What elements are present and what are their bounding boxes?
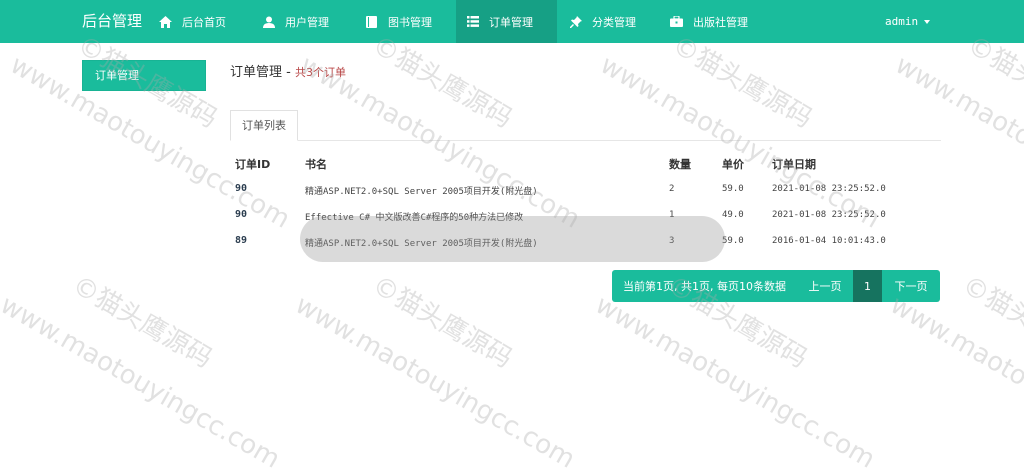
cell-order-id: 90 (235, 209, 248, 220)
nav-item-books[interactable]: 图书管理 (365, 0, 432, 43)
pushpin-icon (569, 15, 582, 28)
tabs-divider (230, 140, 941, 141)
nav-item-home[interactable]: 后台首页 (159, 0, 236, 43)
tab-order-list[interactable]: 订单列表 (230, 110, 298, 141)
book-icon (365, 15, 378, 28)
nav-item-label: 后台首页 (182, 15, 226, 29)
watermark-text: ©猫头鹰源码 (67, 270, 218, 375)
caret-down-icon (924, 19, 931, 24)
cell-price: 59.0 (722, 184, 744, 194)
page-title: 订单管理 - 共3个订单 (230, 61, 346, 80)
top-navbar: 后台管理 后台首页 用户管理 图书管理 订单管理 分类管理 出版社管理 admi… (0, 0, 1024, 43)
watermark-overlay (300, 216, 725, 262)
home-icon (159, 15, 172, 28)
pagination-info: 当前第1页, 共1页, 每页10条数据 (612, 270, 797, 302)
nav-item-label: 图书管理 (388, 15, 432, 29)
cell-date: 2021-01-08 23:25:52.0 (772, 184, 886, 194)
nav-item-label: 用户管理 (285, 15, 329, 29)
watermark-text: www.maotouyingcc.com (0, 290, 285, 475)
cell-order-id: 90 (235, 183, 248, 194)
prev-page-button[interactable]: 上一页 (797, 270, 853, 302)
watermark-text: www.maotouyingcc.com (290, 290, 580, 475)
nav-item-publishers[interactable]: 出版社管理 (670, 0, 748, 43)
username: admin (885, 15, 919, 28)
nav-item-categories[interactable]: 分类管理 (569, 0, 636, 43)
brand-title[interactable]: 后台管理 (82, 0, 142, 43)
column-header-date: 订单日期 (772, 158, 816, 171)
watermark-text: ©猫头鹰源码 (367, 270, 518, 375)
cell-price: 49.0 (722, 210, 744, 220)
cell-date: 2016-01-04 10:01:43.0 (772, 236, 886, 246)
cell-book-name: 精通ASP.NET2.0+SQL Server 2005项目开发(附光盘) (305, 187, 538, 197)
watermark-text: www.maotouyingcc.com (595, 50, 885, 235)
nav-item-label: 出版社管理 (693, 15, 748, 29)
column-header-qty: 数量 (669, 158, 691, 171)
nav-item-users[interactable]: 用户管理 (262, 0, 329, 43)
sidebar-item-orders[interactable]: 订单管理 (82, 60, 206, 91)
user-icon (262, 15, 275, 28)
column-header-name: 书名 (305, 158, 327, 171)
nav-item-label: 订单管理 (489, 15, 533, 29)
watermark-text: ©猫头鹰源码 (957, 270, 1024, 375)
watermark-text: www.maotouyingcc.com (890, 50, 1024, 235)
cell-date: 2021-01-08 23:25:52.0 (772, 210, 886, 220)
cell-order-id: 89 (235, 235, 248, 246)
next-page-button[interactable]: 下一页 (882, 270, 940, 302)
current-page-button[interactable]: 1 (853, 270, 882, 302)
column-header-price: 单价 (722, 158, 744, 171)
cell-price: 59.0 (722, 236, 744, 246)
order-count: 共3个订单 (294, 66, 346, 79)
nav-item-orders[interactable]: 订单管理 (456, 0, 557, 43)
user-menu[interactable]: admin (885, 0, 931, 43)
page-title-text: 订单管理 - (230, 65, 295, 80)
cell-qty: 2 (669, 184, 675, 194)
watermark-text: www.maotouyingcc.com (590, 290, 880, 475)
watermark-text: www.maotouyingcc.com (885, 290, 1024, 475)
list-icon (466, 15, 479, 28)
column-header-id: 订单ID (235, 158, 271, 171)
briefcase-icon (670, 15, 683, 28)
nav-item-label: 分类管理 (592, 15, 636, 29)
